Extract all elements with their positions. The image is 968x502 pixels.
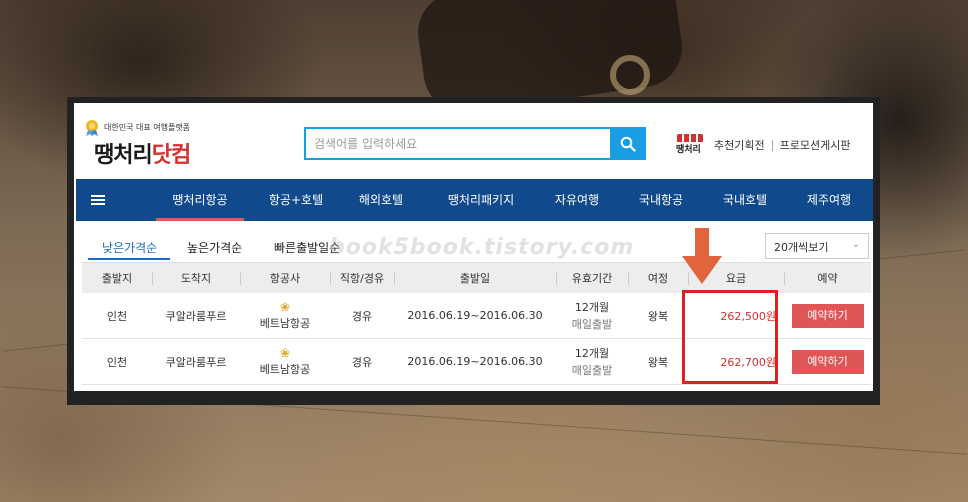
trip-cell: 왕복 — [647, 355, 669, 369]
route-type-cell: 경유 — [351, 309, 373, 323]
down-arrow-icon — [682, 228, 722, 284]
logo-tagline: 대한민국 대표 여행플랫폼 — [104, 123, 191, 132]
nav-item-discount-flights[interactable]: 땡처리항공 — [156, 179, 244, 221]
validity-cell: 12개월 매일출발 — [556, 345, 628, 378]
col-validity: 유효기간 — [556, 263, 628, 293]
col-route-type: 직항/경유 — [330, 263, 394, 293]
mini-logo-text: 땡처리 — [676, 145, 701, 155]
airline-name: 베트남항공 — [259, 362, 311, 376]
shop-awning-icon — [677, 134, 703, 142]
link-recommended-promos[interactable]: 추천기획전 — [714, 137, 765, 153]
nav-item-jeju-travel[interactable]: 제주여행 — [794, 179, 864, 221]
book-button[interactable]: 예약하기 — [791, 349, 864, 374]
col-airline: 항공사 — [240, 263, 330, 293]
sort-tab-highest-price[interactable]: 높은가격순 — [187, 239, 242, 256]
nav-item-packages[interactable]: 땡처리패키지 — [431, 179, 531, 221]
airline-cell: ❀ 베트남항공 — [240, 347, 330, 377]
mini-logo[interactable]: 땡처리 — [676, 132, 714, 158]
search-icon — [620, 136, 636, 152]
destination-cell: 쿠알라룸푸르 — [165, 309, 227, 323]
booking-cell: 예약하기 — [784, 303, 871, 328]
col-destination: 도착지 — [152, 263, 240, 293]
menu-icon — [91, 199, 105, 201]
logo-brand-part2: 닷컴 — [151, 143, 191, 168]
book-button[interactable]: 예약하기 — [791, 303, 864, 328]
link-promotion-board[interactable]: 프로모션게시판 — [780, 137, 851, 153]
main-nav: 땡처리항공 항공+호텔 해외호텔 땡처리패키지 자유여행 국내항공 국내호텔 제… — [76, 179, 873, 221]
route-type-cell: 경유 — [351, 355, 373, 369]
validity-period: 12개월 — [574, 347, 610, 360]
table-header: 출발지 도착지 항공사 직항/경유 출발일 유효기간 여정 요금 예약 — [82, 262, 871, 293]
col-trip: 여정 — [628, 263, 688, 293]
nav-item-overseas-hotels[interactable]: 해외호텔 — [346, 179, 416, 221]
background-ring — [610, 55, 650, 95]
site-header: 대한민국 대표 여행플랫폼 땡처리닷컴 땡처리 추천기획전 — [74, 103, 873, 183]
airline-cell: ❀ 베트남항공 — [240, 301, 330, 331]
menu-button[interactable] — [76, 179, 120, 221]
validity-cell: 12개월 매일출발 — [556, 299, 628, 332]
watermark: book5book.tistory.com — [329, 235, 635, 260]
booking-cell: 예약하기 — [784, 349, 871, 374]
award-badge-icon — [86, 120, 98, 136]
divider — [771, 139, 773, 151]
col-dates: 출발일 — [394, 263, 556, 293]
price-highlight-box — [682, 290, 778, 384]
destination-cell: 쿠알라룸푸르 — [165, 355, 227, 369]
col-booking: 예약 — [784, 263, 871, 293]
trip-cell: 왕복 — [647, 309, 669, 323]
dates-cell: 2016.06.19~2016.06.30 — [407, 309, 543, 322]
nav-item-free-travel[interactable]: 자유여행 — [542, 179, 612, 221]
search-button[interactable] — [610, 127, 646, 160]
active-tab-underline — [88, 258, 170, 260]
search-box — [304, 127, 646, 160]
dates-cell: 2016.06.19~2016.06.30 — [407, 355, 543, 368]
search-input[interactable] — [306, 129, 606, 158]
sort-tab-lowest-price[interactable]: 낮은가격순 — [102, 239, 157, 256]
origin-cell: 인천 — [106, 355, 128, 369]
header-links: 땡처리 추천기획전 프로모션게시판 — [676, 132, 850, 158]
logo-brand-part1: 땡처리 — [94, 143, 153, 168]
sort-tabs: 낮은가격순 높은가격순 빠른출발일순 — [88, 231, 348, 261]
chevron-down-icon: ⌄ — [851, 239, 860, 250]
nav-item-domestic-hotels[interactable]: 국내호텔 — [710, 179, 780, 221]
validity-note: 매일출발 — [571, 318, 613, 331]
nav-item-flight-hotel[interactable]: 항공+호텔 — [256, 179, 336, 221]
airline-name: 베트남항공 — [259, 316, 311, 330]
airline-logo-icon: ❀ — [279, 299, 291, 314]
origin-cell: 인천 — [106, 309, 128, 323]
nav-item-domestic-flights[interactable]: 국내항공 — [626, 179, 696, 221]
per-page-select[interactable]: 20개씩보기 ⌄ — [765, 233, 869, 259]
per-page-value: 20개씩보기 — [774, 241, 829, 254]
validity-period: 12개월 — [574, 301, 610, 314]
airline-logo-icon: ❀ — [279, 345, 291, 360]
validity-note: 매일출발 — [571, 364, 613, 377]
logo-brand: 땡처리닷컴 — [94, 137, 191, 169]
col-origin: 출발지 — [101, 272, 133, 285]
